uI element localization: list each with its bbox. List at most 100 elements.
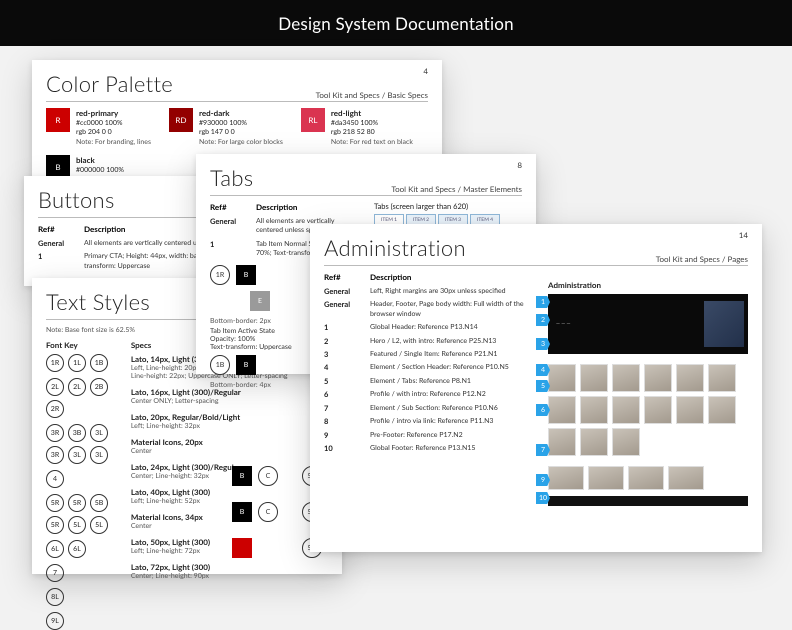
spec-sub: Left; Line-height: 72px — [131, 547, 328, 555]
admin-preview: Administration — — — 1 2 3 4 5 6 7 8 9 — [548, 280, 748, 538]
preview-heading: Administration — [548, 280, 748, 290]
demo-chip-white: C — [258, 466, 278, 486]
font-key: 1R — [46, 354, 64, 372]
person-thumb — [612, 364, 640, 392]
wide-grid — [548, 466, 748, 490]
font-key-groups: 1R1L1B2L2L2B2R3R3B3L3R3L3L45R5R5B5R5L5L6… — [46, 354, 113, 630]
person-thumb — [676, 364, 704, 392]
person-thumb — [580, 428, 608, 456]
swatch-red-dark: RD red-dark #930000 100% rgb 147 0 0 Not… — [169, 108, 283, 147]
font-key-row: 4 — [46, 470, 113, 488]
font-key-row: 9L — [46, 612, 113, 630]
font-key: 1L — [68, 354, 86, 372]
font-key: 5R — [46, 494, 64, 512]
preview-hero: — — — — [548, 294, 748, 354]
demo-chip: E — [250, 291, 270, 311]
font-key: 8L — [46, 588, 64, 606]
ref-marker: 6 — [536, 404, 550, 416]
page-number: 14 — [739, 230, 748, 240]
admin-rows: Ref#Description GeneralLeft, Right margin… — [324, 272, 534, 453]
demo-chip-column: BC BC — [232, 462, 278, 564]
spec-title: Lato, 50px, Light (300) — [131, 537, 328, 547]
table-row: 1Global Header: Reference P13.N14 — [324, 323, 534, 332]
font-key: 5R — [46, 516, 64, 534]
person-thumb — [580, 364, 608, 392]
demo-chip: B — [236, 265, 256, 285]
font-key: 3R — [46, 424, 64, 442]
font-key-row: 3R3B3L3R3L3L — [46, 424, 113, 464]
spec-item: Lato, 40px, Light (300)Left; Line-height… — [131, 487, 328, 505]
font-key: 2R — [46, 400, 64, 418]
breadcrumb: Tool Kit and Specs / Master Elements — [391, 184, 522, 194]
font-key: 3L — [68, 446, 86, 464]
demo-chip-black: B — [232, 502, 252, 522]
font-key: 2L — [68, 378, 86, 396]
spec-item: Lato, 24px, Light (300)/RegularCenter; L… — [131, 462, 328, 480]
font-key: 1B — [90, 354, 108, 372]
font-key-row: 8L — [46, 588, 113, 606]
font-key: 3R — [46, 446, 64, 464]
font-key: 5L — [68, 516, 86, 534]
spec-title: Lato, 24px, Light (300)/Regular — [131, 462, 328, 472]
font-key: 7 — [46, 564, 64, 582]
spec-sub: Left; Line-height: 52px — [131, 497, 328, 505]
spec-item: Material Icons, 34pxCenter — [131, 512, 328, 530]
table-head: Ref# Description — [210, 202, 360, 213]
ref-marker: 1 — [536, 296, 550, 308]
table-row: GeneralLeft, Right margins are 30px unle… — [324, 287, 534, 296]
table-row: 4Element / Section Header: Reference P10… — [324, 363, 534, 372]
spec-sub: Center; Line-height: 32px — [131, 472, 328, 480]
stage: 4 Color Palette Tool Kit and Specs / Bas… — [0, 46, 792, 590]
font-key: 5B — [90, 494, 108, 512]
table-row: GeneralHeader, Footer, Page body width: … — [324, 300, 534, 319]
spec-item: Lato, 50px, Light (300)Left; Line-height… — [131, 537, 328, 555]
wide-thumb — [628, 466, 664, 490]
spec-title: Lato, 72px, Light (300) — [131, 562, 328, 572]
spec-title: Lato, 20px, Regular/Bold/Light — [131, 412, 328, 422]
font-key: 5L — [90, 516, 108, 534]
swatch-red-primary: R red-primary #cc0000 100% rgb 204 0 0 N… — [46, 108, 151, 147]
ref-marker: 10 — [536, 492, 550, 504]
font-key-row: 7 — [46, 564, 113, 582]
table-row: 7Element / Sub Section: Reference P10.N6 — [324, 404, 534, 413]
ref-marker: 3 — [536, 338, 550, 350]
person-thumb — [548, 364, 576, 392]
font-key: 2B — [90, 378, 108, 396]
person-thumb — [612, 396, 640, 424]
table-row: 2Hero / L2, with intro: Reference P25.N1… — [324, 337, 534, 346]
table-row: 9Pre-Footer: Reference P17.N2 — [324, 431, 534, 440]
wide-thumb — [588, 466, 624, 490]
page-administration: 14 Administration Tool Kit and Specs / P… — [310, 224, 762, 552]
table-head: Ref#Description — [324, 272, 534, 283]
ref-marker: 5 — [536, 380, 550, 392]
swatch-red-light: RL red-light #da3450 100% rgb 218 52 80 … — [301, 108, 413, 147]
person-thumb — [676, 396, 704, 424]
wide-thumb — [548, 466, 584, 490]
person-thumb — [644, 396, 672, 424]
spec-sub: Center ONLY; Letter-spacing — [131, 397, 328, 405]
wide-thumb — [668, 466, 704, 490]
spec-sub: Left; Line-height: 32px — [131, 422, 328, 430]
person-thumb — [612, 428, 640, 456]
font-key: 6L — [46, 540, 64, 558]
font-key-row: 1R1L1B — [46, 354, 113, 372]
person-thumb — [644, 364, 672, 392]
page-number: 8 — [517, 160, 522, 170]
font-key: 4 — [46, 470, 64, 488]
font-key-row: 2L2L2B2R — [46, 378, 113, 418]
font-key-row: 5R5R5B5R5L5L — [46, 494, 113, 534]
font-key: 5R — [68, 494, 86, 512]
person-thumb — [580, 396, 608, 424]
demo-chip-white: C — [258, 502, 278, 522]
person-thumb — [548, 396, 576, 424]
preview-footer — [548, 496, 748, 506]
breadcrumb: Tool Kit and Specs / Pages — [656, 254, 748, 264]
spec-item: Lato, 20px, Regular/Bold/LightLeft; Line… — [131, 412, 328, 430]
page-title: Design System Documentation — [278, 13, 514, 34]
ref-marker: 7 — [536, 444, 550, 456]
breadcrumb: Tool Kit and Specs / Basic Specs — [316, 90, 428, 100]
swatch-row: R red-primary #cc0000 100% rgb 204 0 0 N… — [46, 108, 428, 147]
table-row: 8Profile / intro via link: Reference P11… — [324, 417, 534, 426]
font-key: 2L — [46, 378, 64, 396]
demo-chip: 1B — [210, 355, 230, 375]
